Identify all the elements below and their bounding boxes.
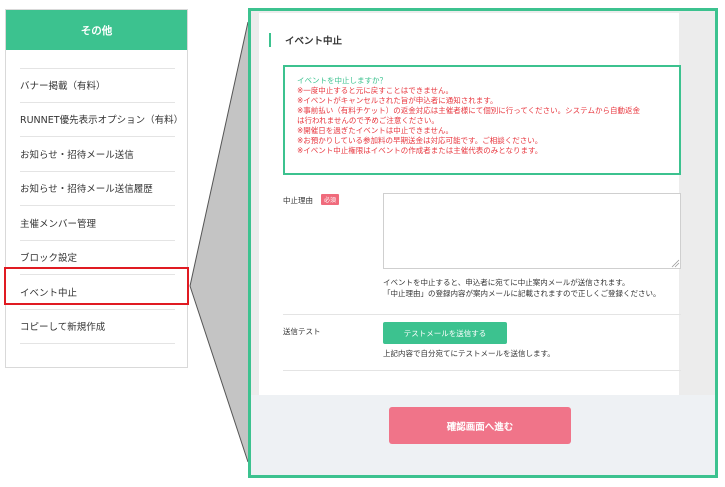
panel-content: イベント中止 イベントを中止しますか？ ※一度中止すると元に戻すことはできません…: [259, 13, 681, 395]
warning-line: ※事前払い（有料チケット）の返金対応は主催者様にて個別に行ってください。システム…: [297, 106, 640, 115]
send-test-mail-button[interactable]: テストメールを送信する: [383, 322, 507, 344]
warning-box: イベントを中止しますか？ ※一度中止すると元に戻すことはできません。 ※イベント…: [283, 65, 681, 175]
confirm-button[interactable]: 確認画面へ進む: [389, 407, 571, 444]
sidebar-menu: その他 バナー掲載（有料） RUNNET優先表示オプション（有料） お知らせ・招…: [5, 9, 188, 368]
warning-line: ※イベント中止権限はイベントの作成者または主催代表のみとなります。: [297, 146, 543, 155]
cancel-event-panel: イベント中止 イベントを中止しますか？ ※一度中止すると元に戻すことはできません…: [248, 8, 718, 478]
warning-title: イベントを中止しますか？: [297, 76, 387, 85]
warning-line: ※お預かりしている参加料の早期送金は対応可能です。ご相談ください。: [297, 136, 543, 145]
test-label: 送信テスト: [283, 327, 321, 336]
warning-line: は行われませんので予めご注意ください。: [297, 116, 439, 125]
divider: [283, 314, 681, 315]
divider: [283, 370, 681, 371]
warning-line: ※一度中止すると元に戻すことはできません。: [297, 86, 454, 95]
warning-line: ※開催日を過ぎたイベントは中止できません。: [297, 126, 454, 135]
sidebar-item-member-management[interactable]: 主催メンバー管理: [20, 206, 175, 241]
sidebar-item-send-invite-mail[interactable]: お知らせ・招待メール送信: [20, 137, 175, 172]
highlight-box: [4, 267, 189, 305]
warning-line: ※イベントがキャンセルされた旨が申込者に通知されます。: [297, 96, 498, 105]
reason-label: 中止理由: [283, 196, 313, 205]
sidebar-item-copy-new[interactable]: コピーして新規作成: [20, 310, 175, 344]
reason-note-2: 「中止理由」の登録内容が案内メールに記載されますので正しくご登録ください。: [383, 289, 661, 298]
sidebar-item-banner[interactable]: バナー掲載（有料）: [20, 68, 175, 103]
sidebar-header: その他: [6, 10, 187, 50]
sidebar-item-invite-mail-history[interactable]: お知らせ・招待メール送信履歴: [20, 172, 175, 206]
sidebar-item-runnet-priority[interactable]: RUNNET優先表示オプション（有料）: [20, 103, 183, 137]
section-title: イベント中止: [269, 33, 342, 47]
required-badge: 必須: [321, 194, 339, 205]
reason-note-1: イベントを中止すると、申込者に宛てに中止案内メールが送信されます。: [383, 278, 630, 287]
reason-textarea[interactable]: [383, 193, 681, 269]
resize-grip-icon[interactable]: [671, 259, 680, 268]
test-note: 上記内容で自分宛てにテストメールを送信します。: [383, 349, 555, 358]
